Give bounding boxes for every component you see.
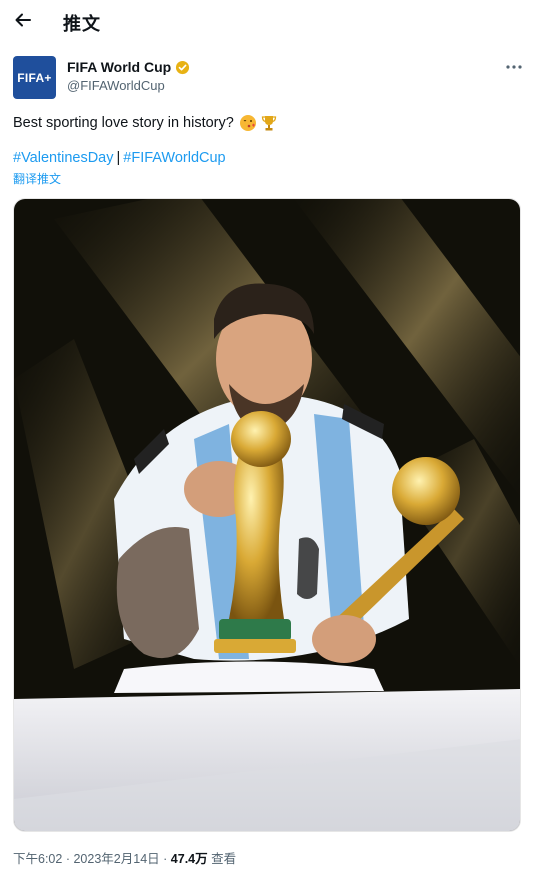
trophy-emoji [261, 116, 276, 131]
translate-tweet-link[interactable]: 翻译推文 [13, 170, 61, 187]
meta-dot-2: · [163, 852, 168, 866]
hashtag-fifaworldcup[interactable]: #FIFAWorldCup [123, 150, 225, 166]
hashtag-valentinesday[interactable]: #ValentinesDay [13, 150, 114, 166]
arrow-left-icon [15, 13, 31, 27]
more-dots-icon [506, 65, 522, 69]
back-button[interactable] [11, 8, 35, 32]
hashtag-separator: | [116, 150, 121, 166]
tweet-time[interactable]: 下午6:02 [13, 852, 62, 866]
tweet-meta: 下午6:02 · 2023年2月14日 · 47.4万 查看 [13, 848, 236, 867]
author-handle[interactable]: @FIFAWorldCup [67, 78, 165, 93]
top-bar: 推文 [0, 0, 541, 42]
views-count: 47.4万 [170, 852, 208, 866]
tweet-text: Best sporting love story in history? [13, 114, 278, 132]
views-label: 查看 [211, 852, 237, 866]
avatar[interactable]: FIFA+ [13, 56, 56, 99]
tweet-photo[interactable] [13, 198, 521, 832]
photo-player-kissing-trophy [14, 199, 520, 831]
kissing-face-emoji [239, 115, 256, 131]
more-options-button[interactable] [503, 58, 525, 76]
tweet-body: Best sporting love story in history? [13, 115, 234, 131]
gold-verified-badge-icon[interactable] [175, 60, 190, 75]
meta-dot: · [65, 852, 70, 866]
author-display-name: FIFA World Cup [67, 59, 172, 75]
tweet-date[interactable]: 2023年2月14日 [73, 852, 159, 866]
avatar-logo-text: FIFA+ [17, 70, 52, 85]
author-name-link[interactable]: FIFA World Cup [67, 59, 190, 75]
hashtags: #ValentinesDay | #FIFAWorldCup [13, 150, 226, 166]
page-title: 推文 [63, 14, 101, 34]
